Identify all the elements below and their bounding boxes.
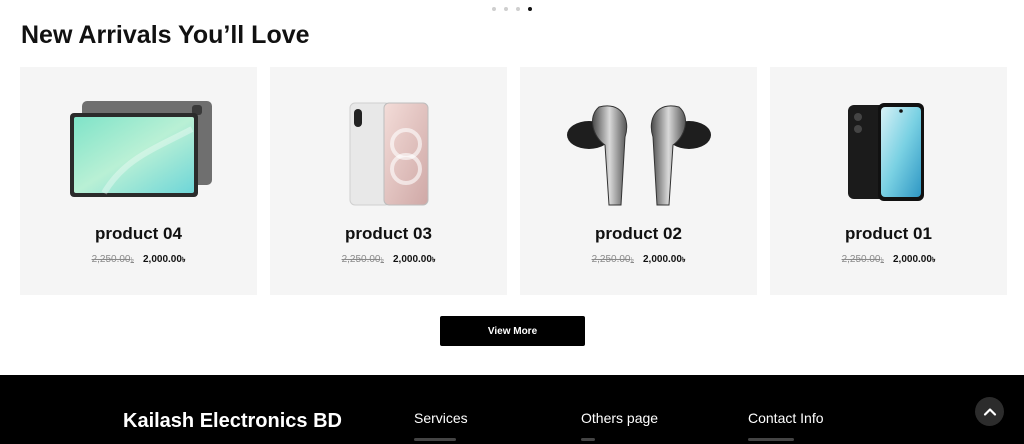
product-card[interactable]: product 04 2,250.00৳ 2,000.00৳ xyxy=(20,67,257,295)
section-title: New Arrivals You’ll Love xyxy=(21,21,310,49)
scroll-to-top-button[interactable] xyxy=(975,397,1004,426)
tablet-icon[interactable] xyxy=(20,89,257,219)
smartphone-icon[interactable] xyxy=(770,89,1007,219)
product-card[interactable]: product 02 2,250.00৳ 2,000.00৳ xyxy=(520,67,757,295)
current-price: 2,000.00৳ xyxy=(393,254,436,265)
product-card[interactable]: product 03 2,250.00৳ 2,000.00৳ xyxy=(270,67,507,295)
earbuds-icon[interactable] xyxy=(520,89,757,219)
footer-column-title: Services xyxy=(414,410,468,426)
old-price: 2,250.00৳ xyxy=(341,254,384,265)
footer-link-placeholder[interactable] xyxy=(748,438,794,441)
product-price: 2,250.00৳ 2,000.00৳ xyxy=(520,254,757,266)
footer-column-others: Others page xyxy=(581,410,659,441)
current-price: 2,000.00৳ xyxy=(893,254,936,265)
carousel-dot[interactable] xyxy=(504,7,508,11)
product-name[interactable]: product 01 xyxy=(770,224,1007,244)
product-price: 2,250.00৳ 2,000.00৳ xyxy=(270,254,507,266)
foldable-phone-icon[interactable] xyxy=(270,89,507,219)
carousel-dot[interactable] xyxy=(492,7,496,11)
footer-brand[interactable]: Kailash Electronics BD xyxy=(123,410,342,433)
product-name[interactable]: product 03 xyxy=(270,224,507,244)
product-name[interactable]: product 02 xyxy=(520,224,757,244)
footer-link-placeholder[interactable] xyxy=(414,438,456,441)
product-name[interactable]: product 04 xyxy=(20,224,257,244)
view-more-button[interactable]: View More xyxy=(440,316,585,346)
product-card[interactable]: product 01 2,250.00৳ 2,000.00৳ xyxy=(770,67,1007,295)
old-price: 2,250.00৳ xyxy=(91,254,134,265)
old-price: 2,250.00৳ xyxy=(841,254,884,265)
site-footer: Kailash Electronics BD Services Others p… xyxy=(0,375,1024,444)
footer-column-title: Contact Info xyxy=(748,410,824,426)
footer-link-placeholder[interactable] xyxy=(581,438,595,441)
chevron-up-icon xyxy=(983,407,996,416)
product-price: 2,250.00৳ 2,000.00৳ xyxy=(20,254,257,266)
footer-column-contact: Contact Info xyxy=(748,410,824,441)
product-grid: product 04 2,250.00৳ 2,000.00৳ product 03 xyxy=(20,67,1007,295)
carousel-dot-active[interactable] xyxy=(528,7,532,11)
old-price: 2,250.00৳ xyxy=(591,254,634,265)
footer-column-services: Services xyxy=(414,410,468,441)
product-price: 2,250.00৳ 2,000.00৳ xyxy=(770,254,1007,266)
footer-column-title: Others page xyxy=(581,410,659,426)
carousel-pagination xyxy=(492,7,532,11)
current-price: 2,000.00৳ xyxy=(143,254,186,265)
current-price: 2,000.00৳ xyxy=(643,254,686,265)
carousel-dot[interactable] xyxy=(516,7,520,11)
